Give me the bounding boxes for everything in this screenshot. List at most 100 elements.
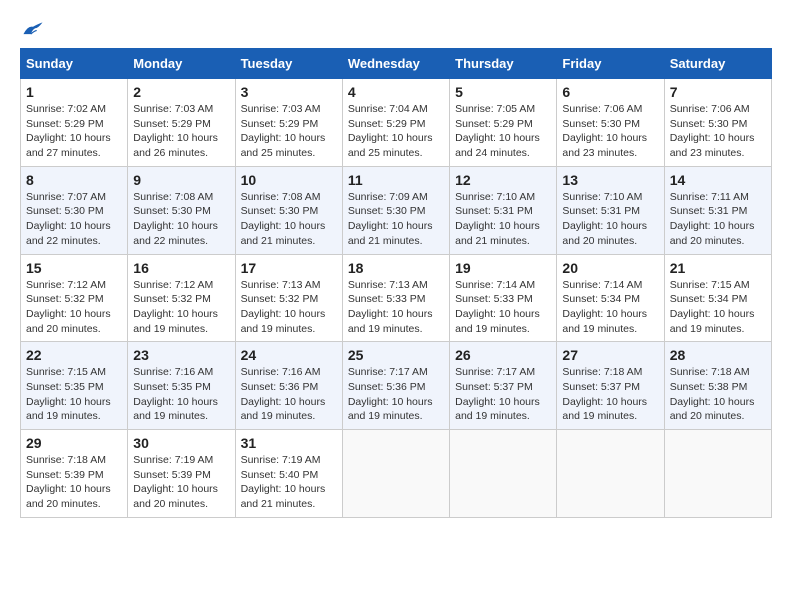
day-info: Sunrise: 7:18 AM Sunset: 5:38 PM Dayligh… <box>670 365 766 424</box>
day-number: 10 <box>241 172 337 188</box>
calendar-day-cell: 30 Sunrise: 7:19 AM Sunset: 5:39 PM Dayl… <box>128 430 235 518</box>
day-info: Sunrise: 7:03 AM Sunset: 5:29 PM Dayligh… <box>133 102 229 161</box>
calendar-day-cell <box>450 430 557 518</box>
day-number: 27 <box>562 347 658 363</box>
day-number: 9 <box>133 172 229 188</box>
day-info: Sunrise: 7:15 AM Sunset: 5:35 PM Dayligh… <box>26 365 122 424</box>
day-info: Sunrise: 7:05 AM Sunset: 5:29 PM Dayligh… <box>455 102 551 161</box>
day-number: 26 <box>455 347 551 363</box>
day-info: Sunrise: 7:10 AM Sunset: 5:31 PM Dayligh… <box>562 190 658 249</box>
calendar-day-cell: 2 Sunrise: 7:03 AM Sunset: 5:29 PM Dayli… <box>128 79 235 167</box>
day-info: Sunrise: 7:06 AM Sunset: 5:30 PM Dayligh… <box>670 102 766 161</box>
calendar-day-cell: 31 Sunrise: 7:19 AM Sunset: 5:40 PM Dayl… <box>235 430 342 518</box>
calendar-day-cell: 11 Sunrise: 7:09 AM Sunset: 5:30 PM Dayl… <box>342 166 449 254</box>
calendar-day-cell: 25 Sunrise: 7:17 AM Sunset: 5:36 PM Dayl… <box>342 342 449 430</box>
calendar-table: SundayMondayTuesdayWednesdayThursdayFrid… <box>20 48 772 518</box>
day-info: Sunrise: 7:12 AM Sunset: 5:32 PM Dayligh… <box>133 278 229 337</box>
calendar-day-cell: 29 Sunrise: 7:18 AM Sunset: 5:39 PM Dayl… <box>21 430 128 518</box>
logo-bird-icon <box>22 20 44 38</box>
day-number: 22 <box>26 347 122 363</box>
day-number: 5 <box>455 84 551 100</box>
day-info: Sunrise: 7:07 AM Sunset: 5:30 PM Dayligh… <box>26 190 122 249</box>
day-number: 13 <box>562 172 658 188</box>
calendar-day-cell: 17 Sunrise: 7:13 AM Sunset: 5:32 PM Dayl… <box>235 254 342 342</box>
logo <box>20 20 44 38</box>
calendar-day-header: Wednesday <box>342 49 449 79</box>
calendar-day-header: Tuesday <box>235 49 342 79</box>
day-number: 23 <box>133 347 229 363</box>
calendar-day-header: Monday <box>128 49 235 79</box>
day-number: 31 <box>241 435 337 451</box>
day-number: 6 <box>562 84 658 100</box>
calendar-day-cell <box>557 430 664 518</box>
calendar-week-row: 15 Sunrise: 7:12 AM Sunset: 5:32 PM Dayl… <box>21 254 772 342</box>
day-info: Sunrise: 7:16 AM Sunset: 5:35 PM Dayligh… <box>133 365 229 424</box>
page-header <box>20 20 772 38</box>
calendar-day-cell: 26 Sunrise: 7:17 AM Sunset: 5:37 PM Dayl… <box>450 342 557 430</box>
day-number: 29 <box>26 435 122 451</box>
calendar-day-header: Thursday <box>450 49 557 79</box>
calendar-week-row: 29 Sunrise: 7:18 AM Sunset: 5:39 PM Dayl… <box>21 430 772 518</box>
calendar-day-cell: 28 Sunrise: 7:18 AM Sunset: 5:38 PM Dayl… <box>664 342 771 430</box>
day-info: Sunrise: 7:06 AM Sunset: 5:30 PM Dayligh… <box>562 102 658 161</box>
day-number: 19 <box>455 260 551 276</box>
day-info: Sunrise: 7:11 AM Sunset: 5:31 PM Dayligh… <box>670 190 766 249</box>
day-info: Sunrise: 7:10 AM Sunset: 5:31 PM Dayligh… <box>455 190 551 249</box>
calendar-day-cell: 23 Sunrise: 7:16 AM Sunset: 5:35 PM Dayl… <box>128 342 235 430</box>
calendar-day-cell: 13 Sunrise: 7:10 AM Sunset: 5:31 PM Dayl… <box>557 166 664 254</box>
day-number: 20 <box>562 260 658 276</box>
day-info: Sunrise: 7:13 AM Sunset: 5:33 PM Dayligh… <box>348 278 444 337</box>
day-info: Sunrise: 7:17 AM Sunset: 5:36 PM Dayligh… <box>348 365 444 424</box>
day-info: Sunrise: 7:08 AM Sunset: 5:30 PM Dayligh… <box>241 190 337 249</box>
day-number: 17 <box>241 260 337 276</box>
calendar-day-cell <box>342 430 449 518</box>
day-number: 1 <box>26 84 122 100</box>
day-info: Sunrise: 7:18 AM Sunset: 5:39 PM Dayligh… <box>26 453 122 512</box>
calendar-day-cell: 1 Sunrise: 7:02 AM Sunset: 5:29 PM Dayli… <box>21 79 128 167</box>
day-info: Sunrise: 7:19 AM Sunset: 5:39 PM Dayligh… <box>133 453 229 512</box>
calendar-day-cell: 10 Sunrise: 7:08 AM Sunset: 5:30 PM Dayl… <box>235 166 342 254</box>
calendar-day-header: Sunday <box>21 49 128 79</box>
calendar-day-cell: 14 Sunrise: 7:11 AM Sunset: 5:31 PM Dayl… <box>664 166 771 254</box>
day-info: Sunrise: 7:04 AM Sunset: 5:29 PM Dayligh… <box>348 102 444 161</box>
day-info: Sunrise: 7:09 AM Sunset: 5:30 PM Dayligh… <box>348 190 444 249</box>
day-info: Sunrise: 7:14 AM Sunset: 5:34 PM Dayligh… <box>562 278 658 337</box>
day-info: Sunrise: 7:02 AM Sunset: 5:29 PM Dayligh… <box>26 102 122 161</box>
day-number: 21 <box>670 260 766 276</box>
day-info: Sunrise: 7:12 AM Sunset: 5:32 PM Dayligh… <box>26 278 122 337</box>
calendar-week-row: 1 Sunrise: 7:02 AM Sunset: 5:29 PM Dayli… <box>21 79 772 167</box>
day-number: 7 <box>670 84 766 100</box>
day-number: 18 <box>348 260 444 276</box>
calendar-day-cell: 4 Sunrise: 7:04 AM Sunset: 5:29 PM Dayli… <box>342 79 449 167</box>
day-info: Sunrise: 7:03 AM Sunset: 5:29 PM Dayligh… <box>241 102 337 161</box>
day-number: 28 <box>670 347 766 363</box>
day-number: 3 <box>241 84 337 100</box>
calendar-header-row: SundayMondayTuesdayWednesdayThursdayFrid… <box>21 49 772 79</box>
calendar-day-cell: 3 Sunrise: 7:03 AM Sunset: 5:29 PM Dayli… <box>235 79 342 167</box>
calendar-day-cell: 15 Sunrise: 7:12 AM Sunset: 5:32 PM Dayl… <box>21 254 128 342</box>
day-info: Sunrise: 7:16 AM Sunset: 5:36 PM Dayligh… <box>241 365 337 424</box>
calendar-day-cell: 18 Sunrise: 7:13 AM Sunset: 5:33 PM Dayl… <box>342 254 449 342</box>
day-info: Sunrise: 7:08 AM Sunset: 5:30 PM Dayligh… <box>133 190 229 249</box>
calendar-day-cell: 20 Sunrise: 7:14 AM Sunset: 5:34 PM Dayl… <box>557 254 664 342</box>
day-number: 2 <box>133 84 229 100</box>
day-info: Sunrise: 7:18 AM Sunset: 5:37 PM Dayligh… <box>562 365 658 424</box>
day-number: 14 <box>670 172 766 188</box>
day-info: Sunrise: 7:17 AM Sunset: 5:37 PM Dayligh… <box>455 365 551 424</box>
calendar-week-row: 8 Sunrise: 7:07 AM Sunset: 5:30 PM Dayli… <box>21 166 772 254</box>
day-number: 12 <box>455 172 551 188</box>
calendar-day-cell: 9 Sunrise: 7:08 AM Sunset: 5:30 PM Dayli… <box>128 166 235 254</box>
calendar-day-cell: 16 Sunrise: 7:12 AM Sunset: 5:32 PM Dayl… <box>128 254 235 342</box>
calendar-day-header: Saturday <box>664 49 771 79</box>
day-number: 15 <box>26 260 122 276</box>
calendar-day-cell: 12 Sunrise: 7:10 AM Sunset: 5:31 PM Dayl… <box>450 166 557 254</box>
calendar-day-header: Friday <box>557 49 664 79</box>
day-info: Sunrise: 7:19 AM Sunset: 5:40 PM Dayligh… <box>241 453 337 512</box>
calendar-day-cell: 19 Sunrise: 7:14 AM Sunset: 5:33 PM Dayl… <box>450 254 557 342</box>
day-number: 16 <box>133 260 229 276</box>
calendar-week-row: 22 Sunrise: 7:15 AM Sunset: 5:35 PM Dayl… <box>21 342 772 430</box>
calendar-day-cell: 6 Sunrise: 7:06 AM Sunset: 5:30 PM Dayli… <box>557 79 664 167</box>
day-number: 30 <box>133 435 229 451</box>
day-number: 25 <box>348 347 444 363</box>
calendar-day-cell <box>664 430 771 518</box>
